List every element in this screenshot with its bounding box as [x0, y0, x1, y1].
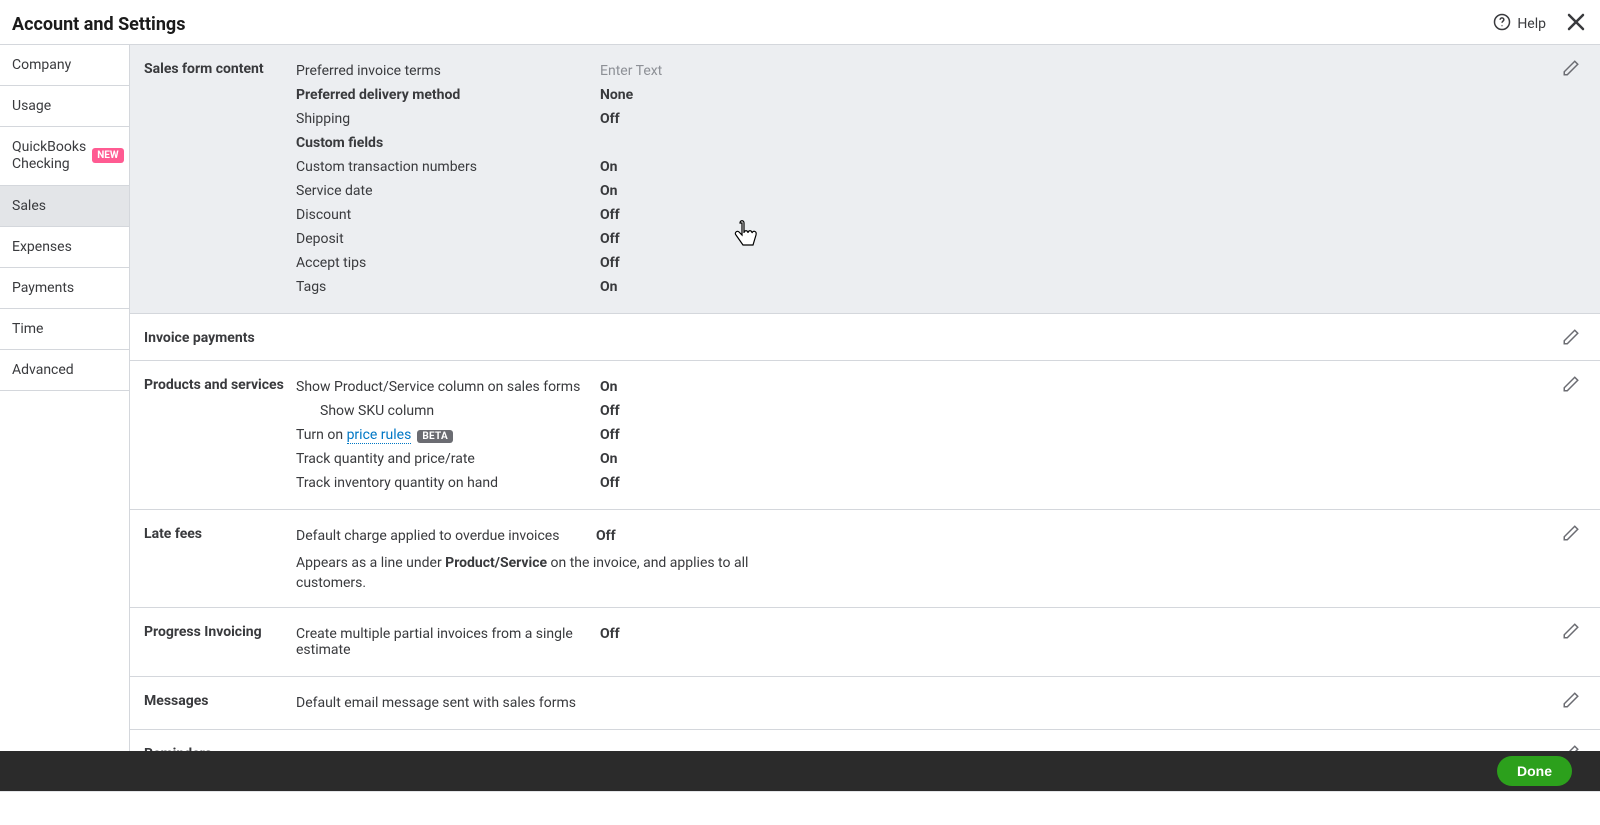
sidebar-item-quickbooks-checking[interactable]: QuickBooks Checking NEW — [0, 127, 129, 186]
row-preferred-delivery-method: Preferred delivery method None — [296, 83, 1574, 107]
row-shipping: Shipping Off — [296, 107, 1574, 131]
new-badge: NEW — [92, 148, 123, 163]
section-sales-form-content[interactable]: Sales form content Preferred invoice ter… — [130, 45, 1600, 314]
row-price-rules: Turn on price rulesBETA Off — [296, 423, 1574, 447]
dialog-footer: Done — [0, 751, 1600, 791]
row-custom-fields: Custom fields — [296, 131, 1574, 155]
section-label: Products and services — [144, 375, 296, 495]
row-deposit: Deposit Off — [296, 227, 1574, 251]
row-tags: Tags On — [296, 275, 1574, 299]
sidebar-item-usage[interactable]: Usage — [0, 86, 129, 127]
section-label: Progress Invoicing — [144, 622, 296, 662]
section-label: Late fees — [144, 524, 296, 593]
row-accept-tips: Accept tips Off — [296, 251, 1574, 275]
edit-products-services-button[interactable] — [1562, 375, 1580, 397]
row-messages-default: Default email message sent with sales fo… — [296, 691, 1574, 715]
edit-invoice-payments-button[interactable] — [1562, 328, 1580, 350]
page-title: Account and Settings — [12, 14, 185, 35]
edit-messages-button[interactable] — [1562, 691, 1580, 713]
row-custom-txn-numbers: Custom transaction numbers On — [296, 155, 1574, 179]
help-button[interactable]: Help — [1493, 13, 1546, 35]
done-button[interactable]: Done — [1497, 756, 1572, 786]
dialog-header: Account and Settings Help — [0, 0, 1600, 44]
sidebar-item-expenses[interactable]: Expenses — [0, 227, 129, 268]
row-show-sku: Show SKU column Off — [296, 399, 1574, 423]
sidebar-item-payments[interactable]: Payments — [0, 268, 129, 309]
sidebar-item-sales[interactable]: Sales — [0, 186, 129, 227]
section-products-services[interactable]: Products and services Show Product/Servi… — [130, 361, 1600, 510]
close-button[interactable] — [1564, 10, 1588, 38]
row-discount: Discount Off — [296, 203, 1574, 227]
taskbar-placeholder — [0, 791, 1600, 825]
main-scroll-area[interactable]: Sales form content Preferred invoice ter… — [130, 45, 1600, 825]
section-label: Invoice payments — [144, 328, 296, 346]
edit-late-fees-button[interactable] — [1562, 524, 1580, 546]
sidebar-item-advanced[interactable]: Advanced — [0, 350, 129, 391]
dialog-body: Company Usage QuickBooks Checking NEW Sa… — [0, 44, 1600, 825]
sidebar-item-time[interactable]: Time — [0, 309, 129, 350]
price-rules-link[interactable]: price rules — [347, 427, 412, 444]
row-service-date: Service date On — [296, 179, 1574, 203]
help-label: Help — [1517, 16, 1546, 32]
help-icon — [1493, 13, 1511, 35]
late-fees-description: Appears as a line under Product/Service … — [296, 548, 756, 593]
beta-badge: BETA — [417, 430, 453, 443]
row-show-ps-column: Show Product/Service column on sales for… — [296, 375, 1574, 399]
row-preferred-invoice-terms: Preferred invoice terms Enter Text — [296, 59, 1574, 83]
section-progress-invoicing[interactable]: Progress Invoicing Create multiple parti… — [130, 608, 1600, 677]
sidebar: Company Usage QuickBooks Checking NEW Sa… — [0, 45, 130, 825]
sidebar-item-company[interactable]: Company — [0, 45, 129, 86]
edit-sales-form-content-button[interactable] — [1562, 59, 1580, 81]
section-label: Messages — [144, 691, 296, 715]
section-messages[interactable]: Messages Default email message sent with… — [130, 677, 1600, 730]
row-default-charge: Default charge applied to overdue invoic… — [296, 524, 1574, 548]
edit-progress-invoicing-button[interactable] — [1562, 622, 1580, 644]
section-late-fees[interactable]: Late fees Default charge applied to over… — [130, 510, 1600, 608]
row-track-qty-rate: Track quantity and price/rate On — [296, 447, 1574, 471]
section-invoice-payments[interactable]: Invoice payments — [130, 314, 1600, 361]
row-track-inventory: Track inventory quantity on hand Off — [296, 471, 1574, 495]
row-progress-invoicing: Create multiple partial invoices from a … — [296, 622, 1574, 662]
section-label: Sales form content — [144, 59, 296, 299]
